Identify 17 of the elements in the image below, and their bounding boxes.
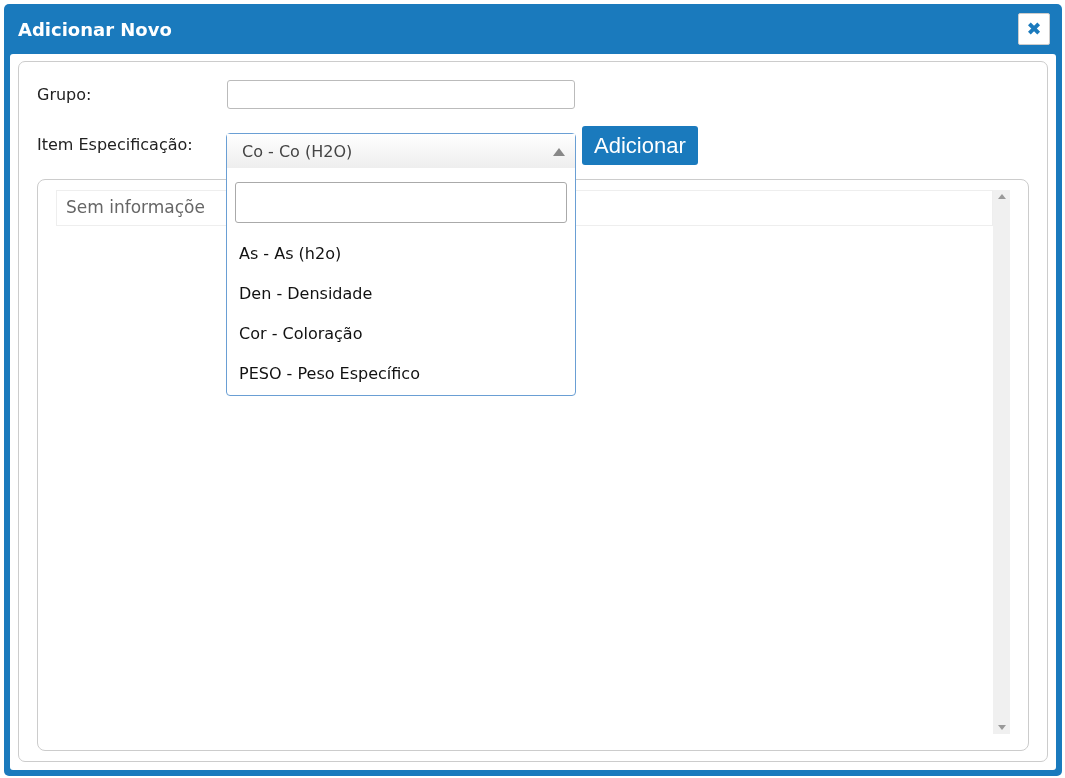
dropdown-option[interactable]: Cor - Coloração (227, 315, 575, 355)
specification-dropdown[interactable]: Co - Co (H2O) As - As (h2o) Den - Densidade Cor - Coloração PESO - Peso Específico (226, 133, 576, 396)
field-label: Grupo: (37, 83, 93, 106)
dropdown-option[interactable]: PESO - Peso Específico (227, 355, 575, 395)
dropdown-option[interactable]: Den - Densidade (227, 275, 575, 315)
selected-value: Co - Co (H2O) (242, 141, 353, 163)
scrollbar[interactable] (993, 190, 1010, 734)
dialog-title: Adicionar Novo (18, 17, 172, 42)
grupo-input-field[interactable] (227, 80, 575, 109)
search-field[interactable] (235, 182, 567, 223)
add-button[interactable]: Adicionar (582, 125, 698, 165)
dropdown-option[interactable]: As - As (h2o) (227, 235, 575, 275)
scroll-down-icon[interactable] (997, 725, 1006, 730)
close-button[interactable]: ✖ (1018, 13, 1050, 45)
caret-up-icon (553, 148, 565, 156)
field-label: Item Especificação: (37, 134, 194, 156)
scroll-up-icon[interactable] (997, 194, 1006, 199)
